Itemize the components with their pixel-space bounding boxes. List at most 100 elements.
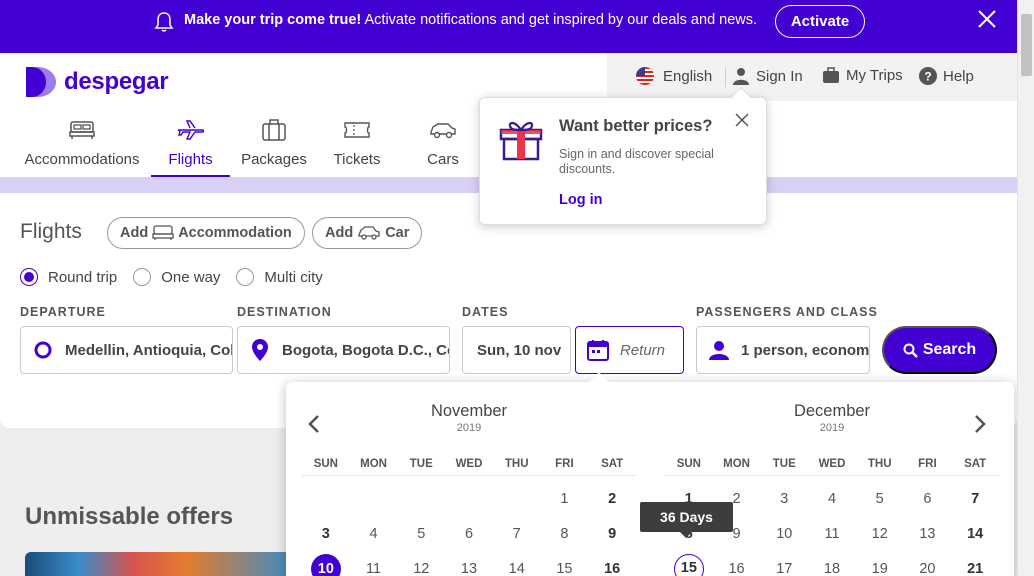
day-cell[interactable]: 17 — [769, 554, 799, 576]
week-row: 12 — [302, 481, 636, 516]
day-cell[interactable]: 21 — [960, 554, 990, 576]
day-cell[interactable]: 7 — [960, 484, 990, 514]
tab-label: Accommodations — [24, 151, 140, 168]
day-cell[interactable]: 20 — [912, 554, 942, 576]
day-cell[interactable]: 6 — [912, 484, 942, 514]
tab-packages[interactable]: Packages — [241, 113, 307, 176]
weekday-header-row: SUN MON TUE WED THU FRI SAT — [302, 452, 636, 476]
day-cell[interactable]: 10 — [310, 553, 341, 576]
activate-button[interactable]: Activate — [775, 5, 865, 38]
departure-field[interactable]: Medellin, Antioquia, Colombia — [20, 326, 233, 374]
suitcase-icon — [262, 119, 286, 141]
tab-label: Flights — [168, 151, 213, 168]
radio-one-way[interactable]: One way — [133, 268, 220, 286]
day-cell[interactable]: 1 — [549, 484, 579, 514]
scrollbar-thumb[interactable] — [1021, 14, 1032, 76]
day-cell[interactable]: 19 — [865, 554, 895, 576]
radio-label: Round trip — [48, 268, 118, 286]
day-cell[interactable]: 10 — [769, 519, 799, 549]
departure-date-value: Sun, 10 nov — [477, 341, 562, 359]
return-date-field[interactable]: Return — [575, 326, 684, 374]
week-row: 10 11 12 13 14 15 16 — [302, 551, 636, 576]
day-cell[interactable]: 3 — [769, 484, 799, 514]
day-cell[interactable]: 3 — [311, 519, 341, 549]
calendar-icon — [587, 340, 609, 361]
date-picker: November 2019 December 2019 SUN MON TUE WED… — [286, 372, 1014, 576]
weekday-label: TUE — [409, 458, 433, 470]
plane-icon — [177, 120, 204, 140]
weekday-label: SAT — [964, 458, 987, 470]
departure-date-field[interactable]: Sun, 10 nov — [462, 326, 571, 374]
language-selector[interactable]: English — [636, 67, 712, 85]
day-cell[interactable]: 4 — [817, 484, 847, 514]
empty-day — [406, 484, 436, 514]
day-cell[interactable]: 14 — [502, 554, 532, 576]
tab-label: Packages — [241, 151, 307, 168]
day-cell[interactable]: 16 — [722, 554, 752, 576]
day-cell[interactable]: 13 — [912, 519, 942, 549]
sign-in-link[interactable]: Sign In — [733, 67, 803, 85]
close-icon[interactable] — [977, 9, 997, 29]
day-cell[interactable]: 15 — [673, 553, 704, 576]
logo[interactable]: despegar — [24, 65, 169, 99]
my-trips-link[interactable]: My Trips — [822, 67, 903, 84]
day-cell[interactable]: 14 — [960, 519, 990, 549]
day-cell[interactable]: 16 — [597, 554, 627, 576]
day-cell[interactable]: 12 — [865, 519, 895, 549]
tab-flights[interactable]: Flights — [151, 113, 230, 177]
weekday-label: FRI — [555, 458, 574, 470]
day-cell[interactable]: 5 — [865, 484, 895, 514]
ticket-icon — [344, 122, 370, 138]
radio-multi-city[interactable]: Multi city — [236, 268, 323, 286]
empty-day — [454, 484, 484, 514]
empty-day — [311, 484, 341, 514]
day-cell[interactable]: 7 — [502, 519, 532, 549]
top-bar: English Sign In My Trips ? Help — [607, 53, 1017, 101]
passengers-field[interactable]: 1 person, economy — [696, 326, 870, 374]
bed-icon — [152, 225, 174, 240]
destination-field[interactable]: Bogota, Bogota D.C., Colombia — [237, 326, 450, 374]
scrollbar[interactable] — [1017, 0, 1034, 576]
add-accommodation-button[interactable]: Add Accommodation — [107, 217, 305, 249]
offer-image[interactable] — [25, 552, 295, 576]
day-cell[interactable]: 8 — [549, 519, 579, 549]
departure-value: Medellin, Antioquia, Colombia — [65, 341, 232, 359]
day-cell[interactable]: 4 — [359, 519, 389, 549]
day-cell[interactable]: 6 — [454, 519, 484, 549]
day-cell[interactable]: 9 — [597, 519, 627, 549]
help-label: Help — [943, 67, 974, 85]
day-cell[interactable]: 5 — [406, 519, 436, 549]
add-label: Add — [120, 225, 149, 241]
radio-label: Multi city — [264, 268, 323, 286]
car-icon — [358, 226, 380, 240]
weekday-label: SUN — [676, 458, 701, 470]
location-pin-icon — [252, 339, 268, 361]
day-cell[interactable]: 11 — [817, 519, 847, 549]
day-cell[interactable]: 13 — [454, 554, 484, 576]
day-cell[interactable]: 15 — [549, 554, 579, 576]
tab-accommodations[interactable]: Accommodations — [24, 113, 140, 176]
day-cell[interactable]: 11 — [359, 554, 389, 576]
add-car-label: Car — [385, 225, 410, 241]
tab-label: Tickets — [333, 151, 381, 168]
day-cell[interactable]: 12 — [406, 554, 436, 576]
add-car-button[interactable]: Add Car — [312, 217, 423, 249]
week-row: 3456789 — [302, 516, 636, 551]
log-in-link[interactable]: Log in — [559, 192, 603, 208]
day-cell[interactable]: 18 — [817, 554, 847, 576]
radio-round-trip[interactable]: Round trip — [20, 268, 117, 286]
language-label: English — [663, 67, 713, 85]
user-icon — [733, 68, 749, 85]
logo-icon — [26, 67, 56, 97]
search-button[interactable]: Search — [882, 326, 997, 374]
day-cell[interactable]: 2 — [597, 484, 627, 514]
tab-cars[interactable]: Cars — [422, 113, 464, 176]
trip-type-group: Round trip One way Multi city — [20, 268, 339, 286]
weekday-label: THU — [867, 458, 892, 470]
tab-tickets[interactable]: Tickets — [331, 113, 383, 176]
dates-label: DATES — [462, 305, 509, 319]
help-link[interactable]: ? Help — [919, 67, 974, 85]
departure-label: DEPARTURE — [20, 305, 106, 319]
close-icon[interactable] — [735, 113, 749, 127]
weekday-label: FRI — [918, 458, 937, 470]
